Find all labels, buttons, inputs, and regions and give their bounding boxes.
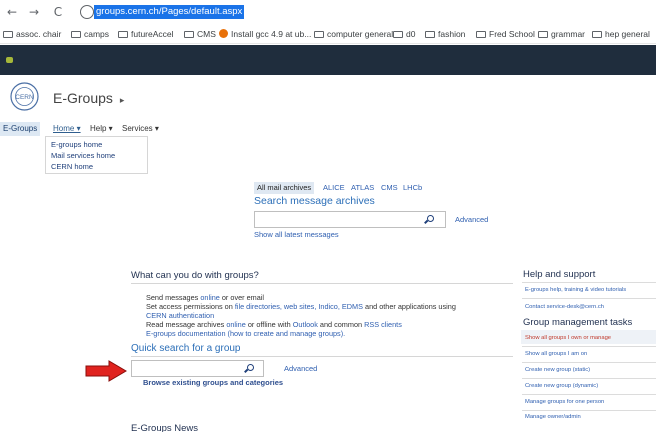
red-arrow-annotation — [85, 360, 127, 382]
documentation-link[interactable]: E-groups documentation (how to create an… — [146, 329, 345, 339]
chevron-right-icon: ▸ — [119, 95, 125, 105]
divider — [522, 410, 656, 411]
home-dropdown-menu: E-groups home Mail services home CERN ho… — [45, 136, 148, 174]
bookmark-assoc-chair[interactable]: assoc. chair — [3, 27, 61, 41]
task-create-static-group[interactable]: Create new group (static) — [525, 367, 590, 373]
bookmark-fred-school[interactable]: Fred School — [476, 27, 535, 41]
feature-text: or over email — [219, 293, 265, 302]
divider — [522, 362, 656, 363]
menu-item-egroups-home[interactable]: E-groups home — [51, 139, 142, 150]
bookmark-futureaccel[interactable]: futureAccel — [118, 27, 174, 41]
feature-line-permissions: Set access permissions on file directori… — [146, 302, 476, 320]
divider — [522, 394, 656, 395]
nav-services[interactable]: Services ▾ — [122, 122, 159, 136]
bookmark-d0[interactable]: d0 — [393, 27, 415, 41]
divider — [131, 283, 513, 284]
site-favicon — [219, 29, 228, 38]
folder-icon — [184, 31, 194, 38]
divider — [522, 378, 656, 379]
menu-item-mail-services-home[interactable]: Mail services home — [51, 150, 142, 161]
bookmark-fashion[interactable]: fashion — [425, 27, 465, 41]
folder-icon — [425, 31, 435, 38]
feature-text: and common — [317, 320, 365, 329]
nav-home[interactable]: Home ▾ — [53, 122, 81, 136]
status-icon — [6, 57, 13, 63]
divider — [522, 282, 656, 283]
site-header-bar — [0, 45, 656, 75]
browse-groups-link[interactable]: Browse existing groups and categories — [143, 378, 283, 387]
task-groups-i-am-on[interactable]: Show all groups I am on — [525, 351, 587, 357]
nav-egroups[interactable]: E-Groups — [0, 122, 41, 136]
outlook-link[interactable]: Outlook — [293, 320, 318, 329]
news-title: E-Groups News — [131, 423, 199, 432]
task-manage-owner-admin[interactable]: Manage owner/admin — [525, 414, 581, 420]
reload-button[interactable]: C — [50, 4, 66, 20]
tab-all-mail-archives[interactable]: All mail archives — [254, 182, 315, 194]
bookmark-cms[interactable]: CMS — [184, 27, 216, 41]
divider — [131, 356, 513, 357]
archive-advanced-link[interactable]: Advanced — [455, 215, 488, 224]
folder-icon — [538, 31, 548, 38]
nav-help[interactable]: Help ▾ — [90, 122, 113, 136]
cern-logo[interactable]: CERN — [9, 81, 40, 112]
tab-cms[interactable]: CMS — [378, 182, 401, 194]
bookmark-install-gcc[interactable]: Install gcc 4.9 at ub... — [219, 27, 311, 41]
menu-item-cern-home[interactable]: CERN home — [51, 161, 142, 172]
online-archives-link[interactable]: online — [226, 320, 245, 329]
management-section-title: Group management tasks — [523, 317, 633, 328]
site-title-text: E-Groups — [53, 90, 113, 106]
bookmark-grammar[interactable]: grammar — [538, 27, 585, 41]
search-icon[interactable] — [247, 364, 254, 371]
help-link-tutorials[interactable]: E-groups help, training & video tutorial… — [525, 287, 626, 293]
folder-icon — [314, 31, 324, 38]
tab-alice[interactable]: ALICE — [320, 182, 348, 194]
divider — [522, 346, 656, 347]
online-link[interactable]: online — [200, 293, 219, 302]
documentation-link-text[interactable]: E-groups documentation (how to create an… — [146, 329, 345, 338]
cern-logo-text: CERN — [15, 94, 34, 101]
group-advanced-link[interactable]: Advanced — [284, 364, 317, 373]
archive-search-input[interactable] — [254, 211, 446, 228]
folder-icon — [592, 31, 602, 38]
task-create-dynamic-group[interactable]: Create new group (dynamic) — [525, 383, 598, 389]
bookmark-computer-general[interactable]: computer general — [314, 27, 393, 41]
show-latest-messages-link[interactable]: Show all latest messages — [254, 230, 339, 239]
bookmark-camps[interactable]: camps — [71, 27, 109, 41]
feature-text: Read message archives — [146, 320, 227, 329]
rss-clients-link[interactable]: RSS clients — [364, 320, 402, 329]
applications-link[interactable]: file directories, web sites, Indico, EDM… — [235, 302, 363, 311]
search-icon[interactable] — [427, 215, 434, 222]
help-section-title: Help and support — [523, 269, 596, 280]
feature-text: or offline with — [245, 320, 293, 329]
task-manage-groups-person[interactable]: Manage groups for one person — [525, 399, 604, 405]
help-link-service-desk[interactable]: Contact service-desk@cern.ch — [525, 304, 604, 310]
folder-icon — [476, 31, 486, 38]
task-groups-i-own[interactable]: Show all groups I own or manage — [525, 335, 611, 341]
back-button[interactable]: ← — [4, 4, 20, 20]
tab-lhcb[interactable]: LHCb — [400, 182, 425, 194]
browser-toolbar: ← → C groups.cern.ch/Pages/default.aspx — [0, 0, 656, 24]
cern-authentication-link[interactable]: CERN authentication — [146, 311, 214, 320]
tab-atlas[interactable]: ATLAS — [348, 182, 377, 194]
group-search-input[interactable] — [131, 360, 264, 377]
bookmark-hep-general[interactable]: hep general — [592, 27, 650, 41]
url-text[interactable]: groups.cern.ch/Pages/default.aspx — [94, 5, 245, 19]
top-navigation: E-Groups Home ▾ Help ▾ Services ▾ — [0, 122, 656, 136]
folder-icon — [393, 31, 403, 38]
bookmarks-bar: assoc. chair camps futureAccel CMS Insta… — [0, 24, 656, 44]
address-bar[interactable]: groups.cern.ch/Pages/default.aspx — [76, 3, 656, 21]
divider — [522, 298, 656, 299]
folder-icon — [118, 31, 128, 38]
folder-icon — [3, 31, 13, 38]
feature-text: Send messages — [146, 293, 201, 302]
folder-icon — [71, 31, 81, 38]
quick-search-title: Quick search for a group — [131, 343, 241, 354]
archive-search-title: Search message archives — [254, 195, 375, 207]
groups-section-title: What can you do with groups? — [131, 270, 259, 281]
site-info-icon[interactable] — [80, 5, 94, 19]
feature-text: and other applications using — [362, 302, 456, 311]
forward-button[interactable]: → — [26, 4, 42, 20]
site-title[interactable]: E-Groups ▸ — [53, 90, 124, 106]
